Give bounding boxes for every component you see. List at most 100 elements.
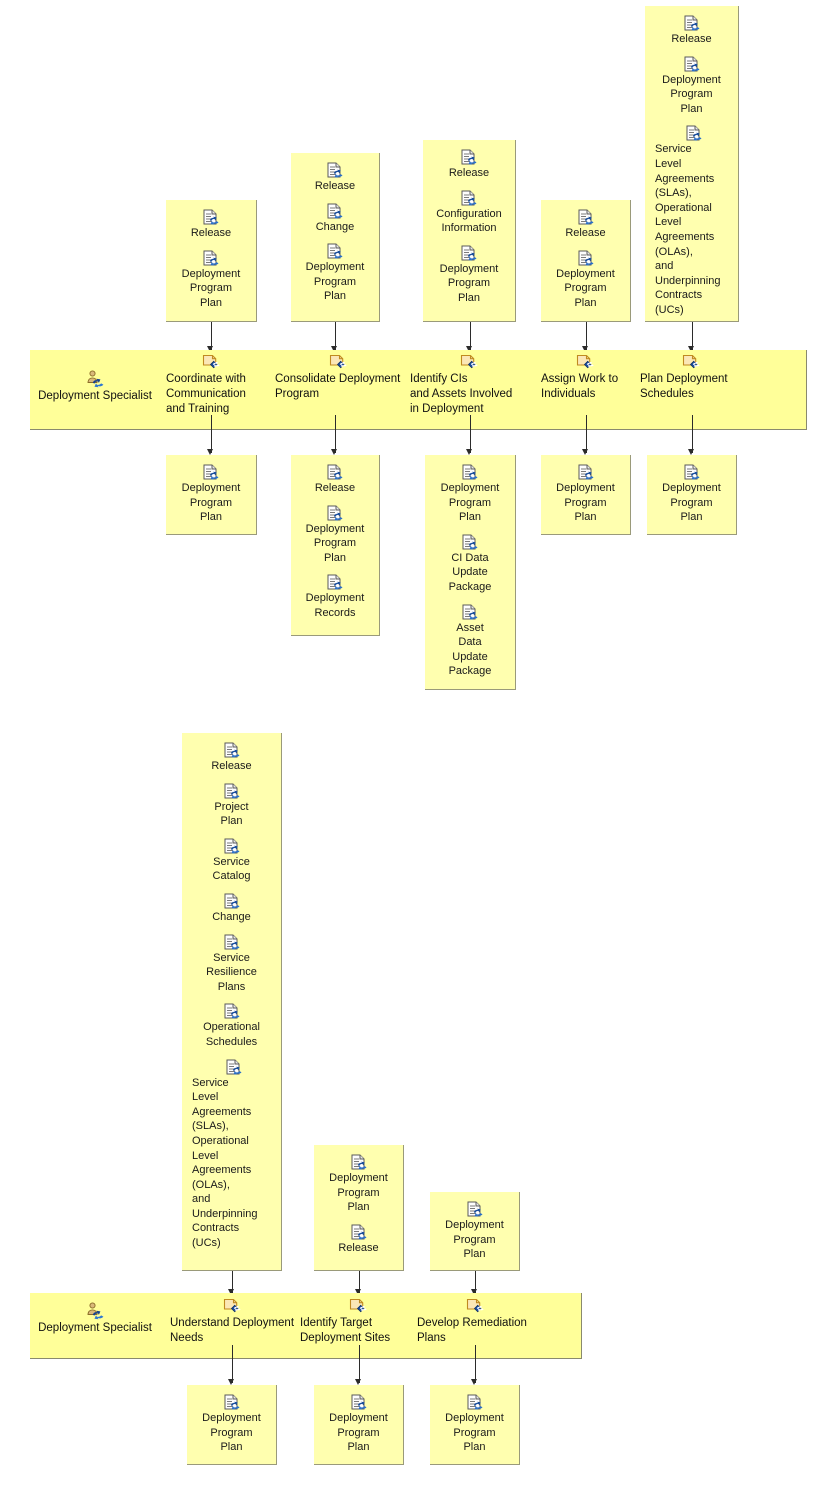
artifact-label: Service Level Agreements (SLAs), Operati… (655, 143, 721, 316)
artifact-item: Project Plan (182, 783, 281, 829)
artifact-item: Change (182, 893, 281, 925)
artifact-label: Deployment Program Plan (445, 1412, 504, 1454)
artifact-label: Deployment Program Plan (556, 482, 615, 524)
task-label: Develop Remediation Plans (417, 1317, 527, 1344)
output-box-consolidate-deployment-program: Release Deployment Program Plan Deployme… (291, 455, 380, 636)
artifact-item: Service Catalog (182, 838, 281, 884)
input-box-understand-deployment-needs: Release Project Plan Service Catalog Cha… (182, 733, 282, 1271)
artifact-label: Release (448, 167, 490, 179)
role-label: Deployment Specialist (38, 390, 152, 402)
artifact-label: Release (338, 1241, 379, 1254)
artifact-document-icon (326, 464, 344, 481)
input-box-coordinate-with-communication-and-training: Release Deployment Program Plan (166, 200, 257, 322)
input-box-develop-remediation-plans: Deployment Program Plan (430, 1192, 520, 1271)
role-deployment-specialist-bottom[interactable]: Deployment Specialist (30, 1302, 160, 1336)
artifact-document-icon (466, 1394, 484, 1411)
artifact-item: Release (423, 149, 515, 181)
artifact-label: Release (565, 227, 606, 239)
artifact-label: Deployment Program Plan (556, 267, 615, 309)
artifact-document-icon (223, 783, 241, 800)
artifact-document-icon (223, 1394, 241, 1411)
artifact-label: Release (671, 33, 712, 45)
artifact-item: Deployment Program Plan (166, 464, 256, 525)
input-box-identify-cis-and-assets: Release Configuration Information Deploy… (423, 140, 516, 322)
artifact-item: CI Data Update Package (425, 534, 515, 595)
role-deployment-specialist-top[interactable]: Deployment Specialist (30, 370, 160, 404)
connector-line (692, 415, 693, 453)
artifact-item: Release (314, 1224, 403, 1256)
artifact-document-icon (577, 209, 595, 226)
artifact-item: Deployment Program Plan (423, 245, 515, 306)
artifact-label: Configuration Information (436, 207, 502, 235)
artifact-item: Release (166, 209, 256, 241)
artifact-item: Deployment Program Plan (314, 1154, 403, 1215)
artifact-document-icon (466, 1201, 484, 1218)
artifact-label: Service Catalog (212, 855, 251, 883)
output-box-understand-deployment-needs: Deployment Program Plan (187, 1385, 277, 1465)
role-person-icon (30, 1302, 160, 1320)
connector-line (359, 1345, 360, 1383)
artifact-item: Deployment Program Plan (291, 505, 379, 566)
artifact-item: Deployment Program Plan (314, 1394, 403, 1455)
artifact-document-icon (683, 464, 701, 481)
task-label: Assign Work to Individuals (541, 373, 619, 400)
artifact-document-icon (223, 838, 241, 855)
role-person-icon (30, 370, 160, 388)
artifact-document-icon (202, 464, 220, 481)
task-develop-remediation-plans[interactable]: Develop Remediation Plans (417, 1296, 535, 1346)
connector-line (475, 1345, 476, 1383)
output-box-plan-deployment-schedules: Deployment Program Plan (647, 455, 737, 535)
task-consolidate-deployment-program[interactable]: Consolidate Deployment Program (275, 352, 403, 402)
output-box-identify-target-deployment-sites: Deployment Program Plan (314, 1385, 404, 1465)
artifact-label: Deployment Program Plan (181, 267, 241, 309)
artifact-label: Service Resilience Plans (206, 951, 257, 993)
task-activity-icon (575, 352, 597, 370)
output-box-develop-remediation-plans: Deployment Program Plan (430, 1385, 520, 1465)
input-box-identify-target-deployment-sites: Deployment Program Plan Release (314, 1145, 404, 1271)
artifact-label: Release (314, 482, 356, 494)
artifact-label: Release (190, 227, 232, 239)
artifact-document-icon (350, 1224, 368, 1241)
artifact-document-icon (683, 56, 701, 73)
artifact-document-icon (460, 190, 478, 207)
artifact-document-icon (461, 534, 479, 551)
artifact-document-icon (577, 464, 595, 481)
task-understand-deployment-needs[interactable]: Understand Deployment Needs (170, 1296, 295, 1346)
artifact-item: Release (291, 464, 379, 496)
artifact-document-icon (326, 162, 344, 179)
artifact-document-icon (223, 893, 241, 910)
artifact-item: Deployment Program Plan (187, 1394, 276, 1455)
artifact-label: Deployment Program Plan (445, 1219, 504, 1261)
task-activity-icon (459, 352, 481, 370)
task-plan-deployment-schedules[interactable]: Plan Deployment Schedules (640, 352, 744, 402)
task-identify-cis-and-assets-involved-in-deployment[interactable]: Identify CIs and Assets Involved in Depl… (410, 352, 530, 416)
artifact-label: Deployment Program Plan (305, 522, 365, 564)
artifact-document-icon (326, 203, 344, 220)
artifact-document-icon (326, 243, 344, 260)
artifact-label: Release (314, 180, 356, 192)
connector-line (586, 415, 587, 453)
task-activity-icon (348, 1296, 370, 1314)
artifact-label: Deployment Program Plan (181, 482, 241, 524)
artifact-label: Deployment Program Plan (329, 1172, 388, 1214)
artifact-item: Asset Data Update Package (425, 604, 515, 679)
artifact-document-icon (577, 250, 595, 267)
artifact-item: Release (645, 15, 738, 47)
artifact-item: Deployment Program Plan (430, 1394, 519, 1455)
artifact-item: Deployment Program Plan (541, 464, 630, 525)
artifact-item: Release (541, 209, 630, 241)
artifact-document-icon (225, 1059, 243, 1076)
connector-line (335, 415, 336, 453)
artifact-document-icon (202, 250, 220, 267)
artifact-item: Change (291, 203, 379, 235)
artifact-label: Release (211, 760, 252, 772)
task-assign-work-to-individuals[interactable]: Assign Work to Individuals (541, 352, 631, 402)
task-label: Plan Deployment Schedules (640, 373, 728, 400)
task-identify-target-deployment-sites[interactable]: Identify Target Deployment Sites (300, 1296, 418, 1346)
artifact-item: Deployment Program Plan (425, 464, 515, 525)
artifact-document-icon (683, 15, 701, 32)
task-coordinate-with-communication-and-training[interactable]: Coordinate with Communication and Traini… (166, 352, 257, 416)
artifact-label: Service Level Agreements (SLAs), Operati… (192, 1076, 258, 1250)
task-label: Consolidate Deployment Program (275, 373, 401, 400)
artifact-item: Deployment Program Plan (430, 1201, 519, 1262)
